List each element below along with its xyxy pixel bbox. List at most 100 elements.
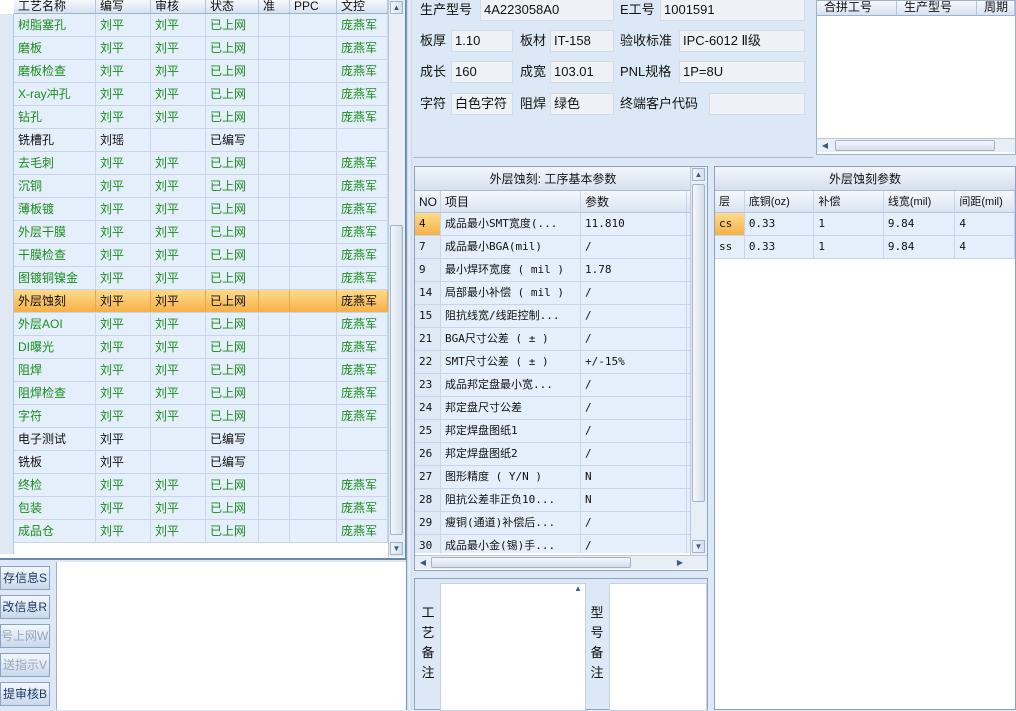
ppc-cell[interactable] <box>290 497 337 519</box>
writer-cell[interactable]: 刘平 <box>96 198 151 220</box>
reviewer-cell[interactable]: 刘平 <box>151 175 206 197</box>
param-value-cell[interactable]: +/-15% <box>581 351 687 373</box>
param-row[interactable]: 24 邦定盘尺寸公差 / <box>415 397 691 420</box>
compensation-cell[interactable]: 1 <box>814 236 884 258</box>
param-no-cell[interactable]: 28 <box>415 489 441 511</box>
status-cell[interactable]: 已上网 <box>206 359 259 381</box>
process-notes-field[interactable] <box>440 583 586 711</box>
param-value-cell[interactable]: / <box>581 535 687 553</box>
process-row[interactable]: X-ray冲孔 刘平 刘平 已上网 庞燕军 <box>14 83 388 106</box>
reviewer-cell[interactable] <box>151 428 206 450</box>
param-row[interactable]: 4 成品最小SMT宽度(... 11.810 <box>415 213 691 236</box>
control-cell[interactable] <box>337 129 388 151</box>
param-row[interactable]: 22 SMT尺寸公差 ( ± ) +/-15% <box>415 351 691 374</box>
process-row[interactable]: 沉铜 刘平 刘平 已上网 庞燕军 <box>14 175 388 198</box>
param-no-cell[interactable]: 7 <box>415 236 441 258</box>
status-cell[interactable]: 已上网 <box>206 520 259 542</box>
ppc-cell[interactable] <box>290 428 337 450</box>
notes-scrollbar[interactable]: ▲ <box>571 584 585 604</box>
param-row[interactable]: 25 邦定焊盘图纸1/ <box>415 420 691 443</box>
param-row[interactable]: 9 最小焊环宽度 ( mil ) 1.78 <box>415 259 691 282</box>
col-writer[interactable]: 编写 <box>96 0 151 13</box>
merge-grid-hscrollbar[interactable]: ◀ <box>817 138 1015 152</box>
writer-cell[interactable]: 刘平 <box>96 451 151 473</box>
process-name-cell[interactable]: 成品仓 <box>14 520 96 542</box>
zhun-cell[interactable] <box>259 313 290 335</box>
ppc-cell[interactable] <box>290 37 337 59</box>
zhun-cell[interactable] <box>259 451 290 473</box>
writer-cell[interactable]: 刘平 <box>96 474 151 496</box>
status-cell[interactable]: 已上网 <box>206 37 259 59</box>
process-row[interactable]: 字符 刘平 刘平 已上网 庞燕军 <box>14 405 388 428</box>
process-grid-scrollbar[interactable]: ▲ ▼ <box>388 0 405 557</box>
param-value-cell[interactable]: 11.810 <box>581 213 687 235</box>
param-row[interactable]: 27 图形精度 ( Y/N ) N <box>415 466 691 489</box>
process-row[interactable]: 外层蚀刻 刘平 刘平 已上网 庞燕军 <box>14 290 388 313</box>
process-row[interactable]: 磨板检查 刘平 刘平 已上网 庞燕军 <box>14 60 388 83</box>
status-cell[interactable]: 已上网 <box>206 405 259 427</box>
param-no-cell[interactable]: 23 <box>415 374 441 396</box>
layer-cell[interactable]: cs <box>715 213 745 235</box>
ppc-cell[interactable] <box>290 129 337 151</box>
base-copper-cell[interactable]: 0.33 <box>745 236 815 258</box>
status-cell[interactable]: 已上网 <box>206 244 259 266</box>
writer-cell[interactable]: 刘平 <box>96 175 151 197</box>
process-name-cell[interactable]: 外层干膜 <box>14 221 96 243</box>
process-row[interactable]: 磨板 刘平 刘平 已上网 庞燕军 <box>14 37 388 60</box>
scroll-right-icon[interactable]: ▶ <box>673 556 687 569</box>
col-compensation[interactable]: 补偿 <box>814 191 884 212</box>
col-value[interactable]: 参数 <box>581 191 687 212</box>
process-name-cell[interactable]: 树脂塞孔 <box>14 14 96 36</box>
writer-cell[interactable]: 刘平 <box>96 106 151 128</box>
status-cell[interactable]: 已上网 <box>206 497 259 519</box>
status-cell[interactable]: 已上网 <box>206 83 259 105</box>
control-cell[interactable]: 庞燕军 <box>337 359 388 381</box>
param-row[interactable]: 23 成品邦定盘最小宽... / <box>415 374 691 397</box>
control-cell[interactable]: 庞燕军 <box>337 14 388 36</box>
gap-cell[interactable]: 4 <box>955 213 1015 235</box>
param-item-cell[interactable]: 瘦铜(通道)补偿后... <box>441 512 581 534</box>
zhun-cell[interactable] <box>259 336 290 358</box>
param-item-cell[interactable]: 最小焊环宽度 ( mil ) <box>441 259 581 281</box>
process-row[interactable]: 干膜检查 刘平 刘平 已上网 庞燕军 <box>14 244 388 267</box>
ppc-cell[interactable] <box>290 106 337 128</box>
ppc-cell[interactable] <box>290 405 337 427</box>
status-cell[interactable]: 已上网 <box>206 290 259 312</box>
zhun-cell[interactable] <box>259 60 290 82</box>
ppc-cell[interactable] <box>290 520 337 542</box>
control-cell[interactable]: 庞燕军 <box>337 382 388 404</box>
param-item-cell[interactable]: SMT尺寸公差 ( ± ) <box>441 351 581 373</box>
col-layer[interactable]: 层 <box>715 191 745 212</box>
param-no-cell[interactable]: 22 <box>415 351 441 373</box>
zhun-cell[interactable] <box>259 428 290 450</box>
reviewer-cell[interactable]: 刘平 <box>151 405 206 427</box>
zhun-cell[interactable] <box>259 405 290 427</box>
col-process-name[interactable]: 工艺名称 <box>14 0 96 13</box>
param-value-cell[interactable]: / <box>581 443 687 465</box>
process-row[interactable]: DI曝光 刘平 刘平 已上网 庞燕军 <box>14 336 388 359</box>
process-row[interactable]: 终检 刘平 刘平 已上网 庞燕军 <box>14 474 388 497</box>
process-row[interactable]: 树脂塞孔 刘平 刘平 已上网 庞燕军 <box>14 14 388 37</box>
ppc-cell[interactable] <box>290 83 337 105</box>
zhun-cell[interactable] <box>259 520 290 542</box>
param-value-cell[interactable]: N <box>581 489 687 511</box>
line-width-cell[interactable]: 9.84 <box>884 236 956 258</box>
control-cell[interactable]: 庞燕军 <box>337 267 388 289</box>
control-cell[interactable] <box>337 451 388 473</box>
writer-cell[interactable]: 刘平 <box>96 313 151 335</box>
param-item-cell[interactable]: 阻抗公差非正负10... <box>441 489 581 511</box>
writer-cell[interactable]: 刘平 <box>96 428 151 450</box>
status-cell[interactable]: 已上网 <box>206 106 259 128</box>
process-name-cell[interactable]: 外层蚀刻 <box>14 290 96 312</box>
reviewer-cell[interactable]: 刘平 <box>151 359 206 381</box>
ppc-cell[interactable] <box>290 336 337 358</box>
process-row[interactable]: 电子测试 刘平 已编写 <box>14 428 388 451</box>
control-cell[interactable]: 庞燕军 <box>337 175 388 197</box>
publish-online-button[interactable]: 号上网W <box>0 624 50 648</box>
mask-field[interactable]: 绿色 <box>550 93 614 115</box>
reviewer-cell[interactable]: 刘平 <box>151 152 206 174</box>
param-value-cell[interactable]: / <box>581 397 687 419</box>
writer-cell[interactable]: 刘平 <box>96 152 151 174</box>
control-cell[interactable]: 庞燕军 <box>337 106 388 128</box>
ppc-cell[interactable] <box>290 175 337 197</box>
